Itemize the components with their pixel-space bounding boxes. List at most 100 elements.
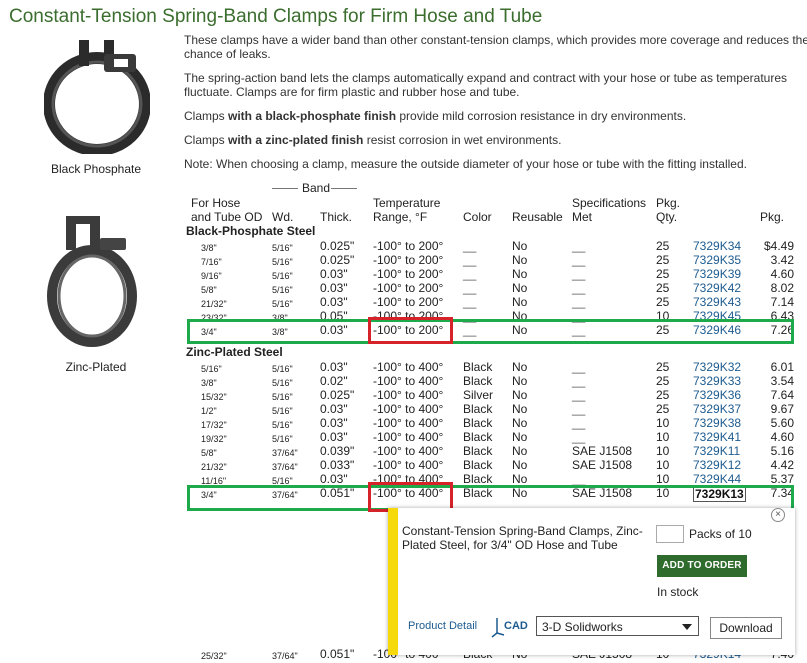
cell-part-number[interactable]: 7329K35 — [693, 253, 741, 267]
cell-thickness: 0.03" — [320, 416, 348, 430]
cell-reusable: No — [512, 360, 528, 374]
cell-color: __ — [463, 281, 477, 295]
cell-price: 4.42 — [770, 458, 794, 472]
cell-qty: 10 — [656, 472, 670, 486]
description-p3-pre: Clamps — [184, 109, 229, 123]
cell-reusable: No — [512, 444, 528, 458]
section-black-phosphate: Black-Phosphate Steel — [186, 224, 316, 238]
highlight-temp-black-3-4 — [368, 317, 453, 344]
highlight-row-black-3-4 — [187, 319, 794, 344]
table-row: 3/8" 5/16" 0.025" -100° to 200° __ No __ 25 7329… — [190, 239, 794, 253]
black-phosphate-label: Black Phosphate — [50, 162, 142, 176]
header-od-1: For Hose — [191, 196, 241, 210]
cell-color: __ — [463, 267, 477, 281]
cell-qty: 25 — [656, 388, 670, 402]
cell-qty: 25 — [656, 402, 670, 416]
cell-part-number[interactable]: 7329K43 — [693, 295, 741, 309]
cell-part-number[interactable]: 7329K42 — [693, 281, 741, 295]
cell-color: __ — [463, 253, 477, 267]
cell-spec: __ — [572, 295, 586, 309]
cell-temperature: -100° to 200° — [373, 281, 444, 295]
cell-part-number[interactable]: 7329K41 — [693, 430, 741, 444]
cell-price: $4.49 — [763, 239, 794, 253]
quantity-input[interactable] — [656, 525, 684, 543]
download-button[interactable]: Download — [710, 617, 782, 639]
product-popup: × Constant-Tension Spring-Band Clamps, Z… — [388, 508, 795, 655]
cell-part-number[interactable]: 7329K32 — [693, 360, 741, 374]
cell-part-number[interactable]: 7329K34 — [693, 239, 741, 253]
description-p4-pre: Clamps — [184, 133, 229, 147]
cell-part-number[interactable]: 7329K44 — [693, 472, 741, 486]
cell-part-number[interactable]: 7329K37 — [693, 402, 741, 416]
cell-temperature: -100° to 400° — [373, 430, 444, 444]
cell-price: 5.16 — [770, 444, 794, 458]
product-detail-link[interactable]: Product Detail — [408, 620, 477, 632]
table-row: 17/32" 5/16" 0.03" -100° to 400° Black No __ 10… — [190, 416, 794, 430]
cell-qty: 25 — [656, 360, 670, 374]
cell-temperature: -100° to 200° — [373, 295, 444, 309]
cell-color: __ — [463, 295, 477, 309]
cell-price: 6.01 — [770, 360, 794, 374]
cell-qty: 25 — [656, 295, 670, 309]
close-icon[interactable]: × — [771, 508, 785, 522]
cell-thickness: 0.03" — [320, 402, 348, 416]
description-note: Note: When choosing a clamp, measure the… — [184, 157, 747, 171]
cell-part-number[interactable]: 7329K39 — [693, 267, 741, 281]
cad-icon: CAD — [491, 618, 528, 638]
cell-spec: __ — [572, 430, 586, 444]
table-row: 5/16" 5/16" 0.03" -100° to 400° Black No __ 25 7… — [190, 360, 794, 374]
cell-color: Black — [463, 472, 493, 486]
cell-part-number[interactable]: 7329K12 — [693, 458, 741, 472]
header-spec-1: Specifications — [572, 196, 647, 210]
add-to-order-button[interactable]: ADD TO ORDER — [657, 555, 747, 577]
cell-price: 3.54 — [770, 374, 794, 388]
cell-part-number[interactable]: 7329K36 — [693, 388, 741, 402]
table-row: 21/32" 5/16" 0.03" -100° to 200° __ No __ 25 732… — [190, 295, 794, 309]
cell-color: Black — [463, 374, 493, 388]
cell-qty: 10 — [656, 444, 670, 458]
cell-reusable: No — [512, 472, 528, 486]
cell-qty: 25 — [656, 253, 670, 267]
cell-thickness: 0.03" — [320, 360, 348, 374]
cell-thickness: 0.051" — [320, 647, 355, 661]
cell-spec: __ — [572, 281, 586, 295]
table-row: 5/8" 5/16" 0.03" -100° to 200° __ No __ 25 7329K… — [190, 281, 794, 295]
black-phosphate-clamp-image — [44, 40, 150, 154]
cell-price: 5.37 — [770, 472, 794, 486]
cell-reusable: No — [512, 374, 528, 388]
cell-spec: __ — [572, 360, 586, 374]
cell-color: Black — [463, 444, 493, 458]
table-row: 1/2" 5/16" 0.03" -100° to 400° Black No __ 25 73… — [190, 402, 794, 416]
cell-temperature: -100° to 400° — [373, 402, 444, 416]
cell-color: __ — [463, 239, 477, 253]
cell-qty: 25 — [656, 267, 670, 281]
cell-price: 8.02 — [770, 281, 794, 295]
cell-spec: __ — [572, 388, 586, 402]
description-p4: Clamps with a zinc-plated finish resist … — [184, 133, 807, 147]
cell-temperature: -100° to 400° — [373, 458, 444, 472]
cell-temperature: -100° to 400° — [373, 388, 444, 402]
band-bracket-right — [331, 188, 357, 189]
cell-thickness: 0.025" — [320, 239, 355, 253]
cell-part-number[interactable]: 7329K11 — [693, 444, 740, 458]
table-row: 5/8" 37/64" 0.039" -100° to 400° Black No SAE … — [190, 444, 794, 458]
cell-thickness: 0.03" — [320, 430, 348, 444]
cell-temperature: -100° to 400° — [373, 360, 444, 374]
description-p1: These clamps have a wider band than othe… — [184, 33, 807, 61]
cad-format-select[interactable]: 3-D Solidworks — [536, 616, 699, 636]
cell-thickness: 0.039" — [320, 444, 355, 458]
header-od-2: and Tube OD — [191, 210, 263, 224]
table-row: 15/32" 5/16" 0.025" -100° to 400° Silver No __… — [190, 388, 794, 402]
header-spec-2: Met — [572, 210, 593, 224]
cell-od: 25/32" — [201, 651, 227, 661]
cell-spec: SAE J1508 — [572, 458, 633, 472]
cell-reusable: No — [512, 416, 528, 430]
header-width: Wd. — [272, 210, 294, 224]
cell-reusable: No — [512, 239, 528, 253]
page-title: Constant-Tension Spring-Band Clamps for … — [9, 6, 543, 27]
cell-part-number[interactable]: 7329K33 — [693, 374, 741, 388]
cell-part-number[interactable]: 7329K38 — [693, 416, 741, 430]
cell-reusable: No — [512, 295, 528, 309]
cell-qty: 25 — [656, 374, 670, 388]
cell-color: Black — [463, 458, 493, 472]
